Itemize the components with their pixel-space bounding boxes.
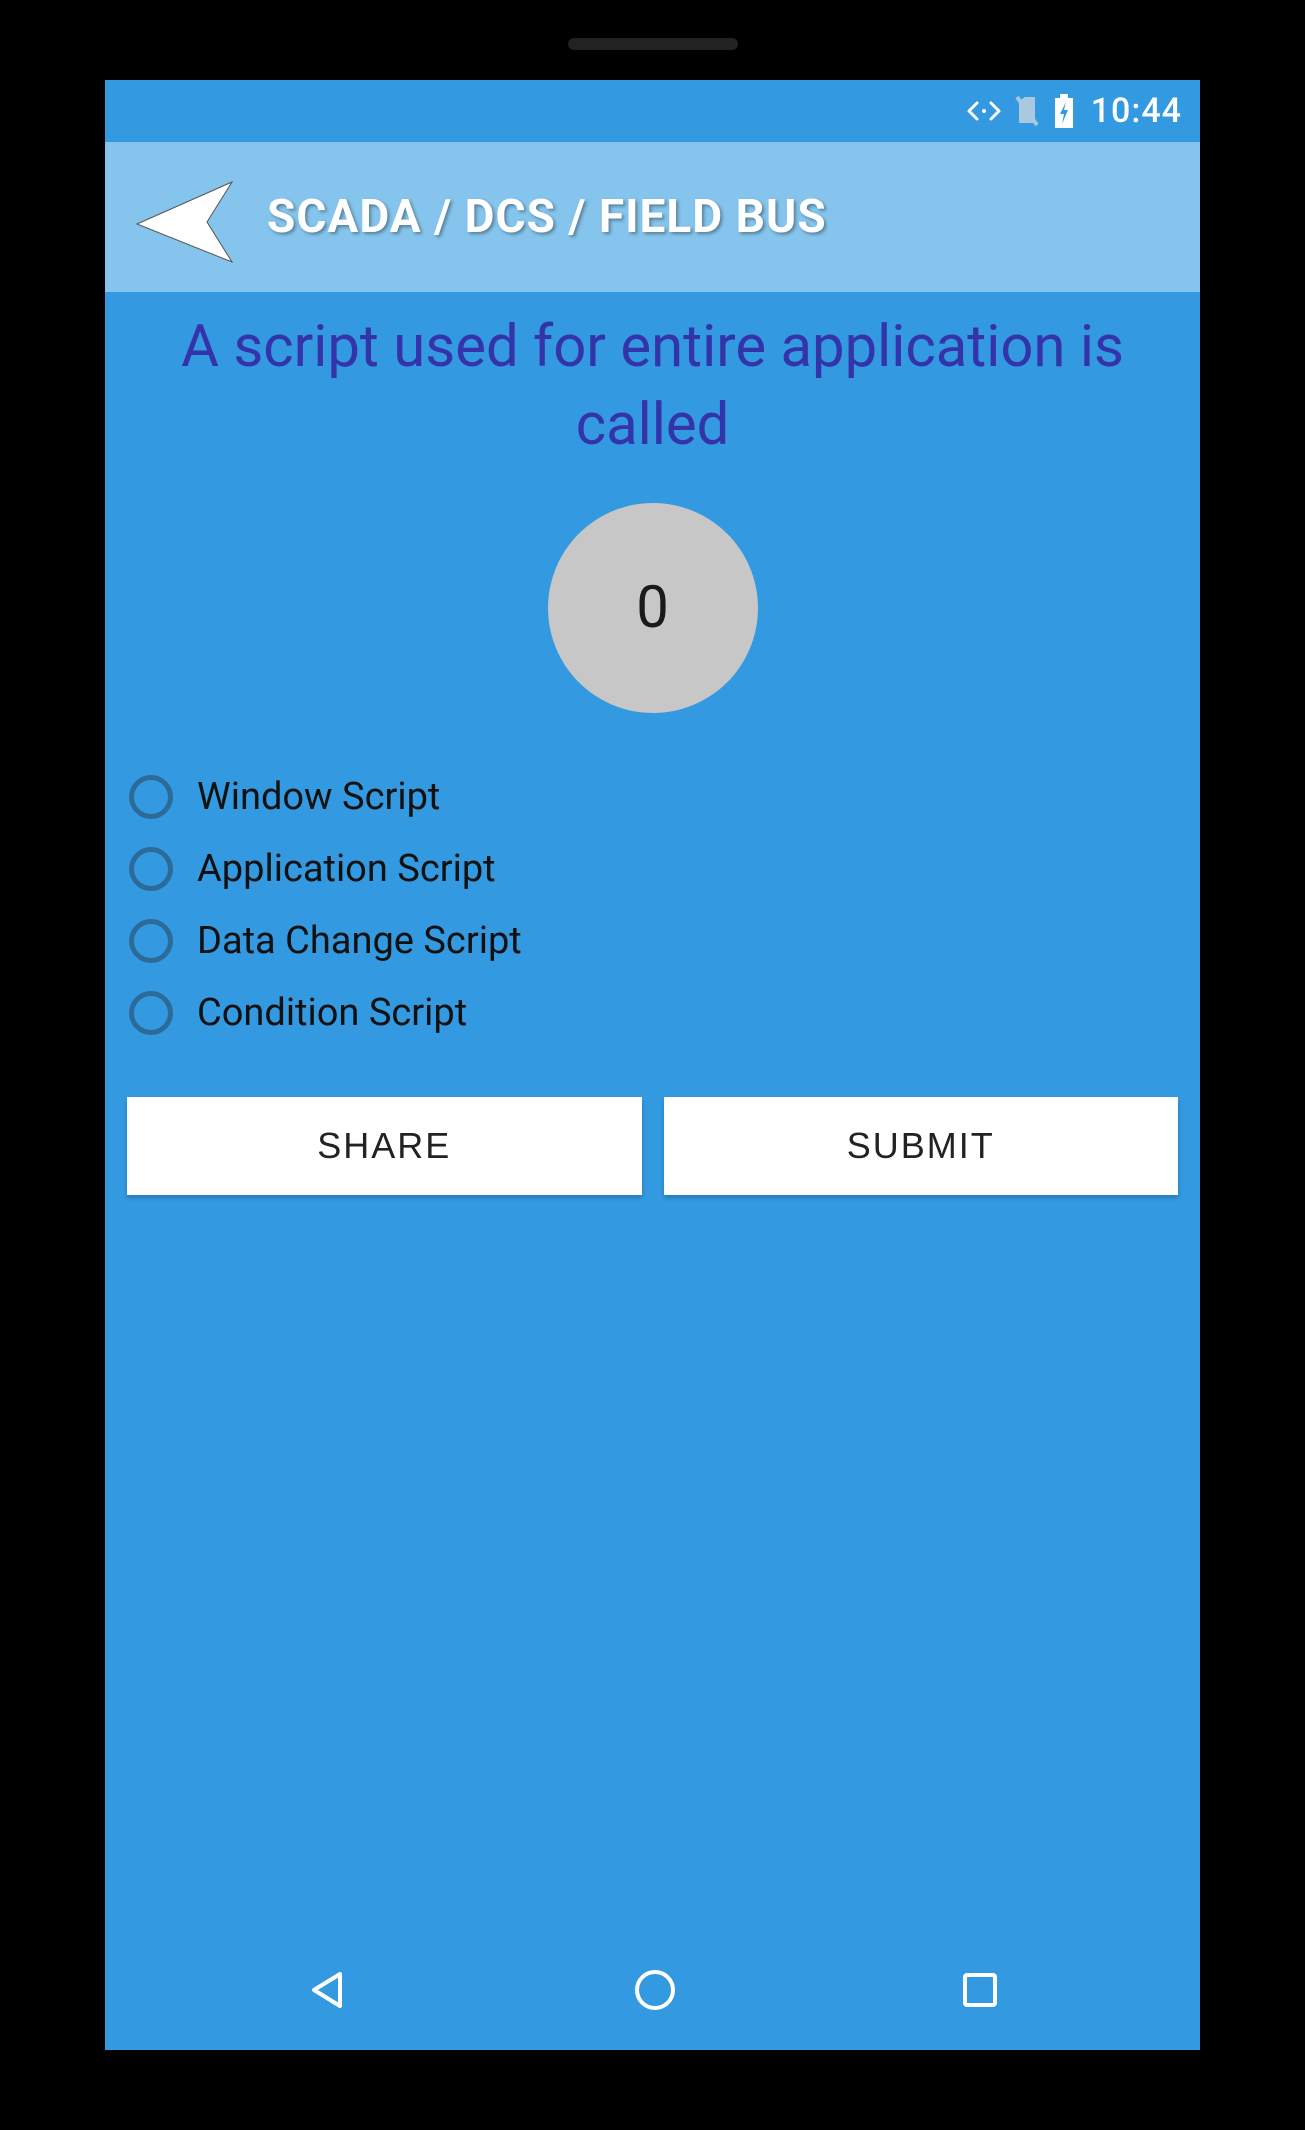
share-button[interactable]: SHARE [127,1097,642,1195]
option-label: Data Change Script [197,919,522,963]
radio-icon [129,847,173,891]
button-row: SHARE SUBMIT [125,1097,1180,1195]
status-bar: 10:44 [105,80,1200,142]
circle-home-icon [631,1966,679,2014]
radio-icon [129,991,173,1035]
device-speaker [568,38,738,50]
cast-icon [967,99,1001,123]
back-arrow-icon [122,162,242,272]
option-2[interactable]: Data Change Script [129,905,1176,977]
timer-value: 0 [636,574,669,642]
option-label: Window Script [197,775,440,819]
back-button[interactable] [117,157,247,277]
radio-icon [129,775,173,819]
square-recent-icon [960,1970,1000,2010]
nav-recent-button[interactable] [960,1970,1000,2010]
option-label: Application Script [197,847,496,891]
question-text: A script used for entire application is … [125,302,1180,475]
nav-home-button[interactable] [631,1966,679,2014]
device-frame: 10:44 SCADA / DCS / FIELD BUS A script u… [0,0,1305,2130]
screen: 10:44 SCADA / DCS / FIELD BUS A script u… [105,80,1200,2050]
timer-container: 0 [125,503,1180,713]
status-clock: 10:44 [1091,91,1182,131]
nav-back-button[interactable] [306,1968,350,2012]
submit-button[interactable]: SUBMIT [664,1097,1179,1195]
app-title: SCADA / DCS / FIELD BUS [267,190,827,244]
content-area: A script used for entire application is … [105,292,1200,1195]
timer-circle: 0 [548,503,758,713]
option-label: Condition Script [197,991,467,1035]
no-sim-icon [1013,95,1041,127]
option-0[interactable]: Window Script [129,761,1176,833]
app-bar: SCADA / DCS / FIELD BUS [105,142,1200,292]
option-1[interactable]: Application Script [129,833,1176,905]
option-3[interactable]: Condition Script [129,977,1176,1049]
radio-icon [129,919,173,963]
options-list: Window Script Application Script Data Ch… [125,761,1180,1049]
triangle-back-icon [306,1968,350,2012]
navigation-bar [105,1930,1200,2050]
battery-charging-icon [1053,94,1075,128]
